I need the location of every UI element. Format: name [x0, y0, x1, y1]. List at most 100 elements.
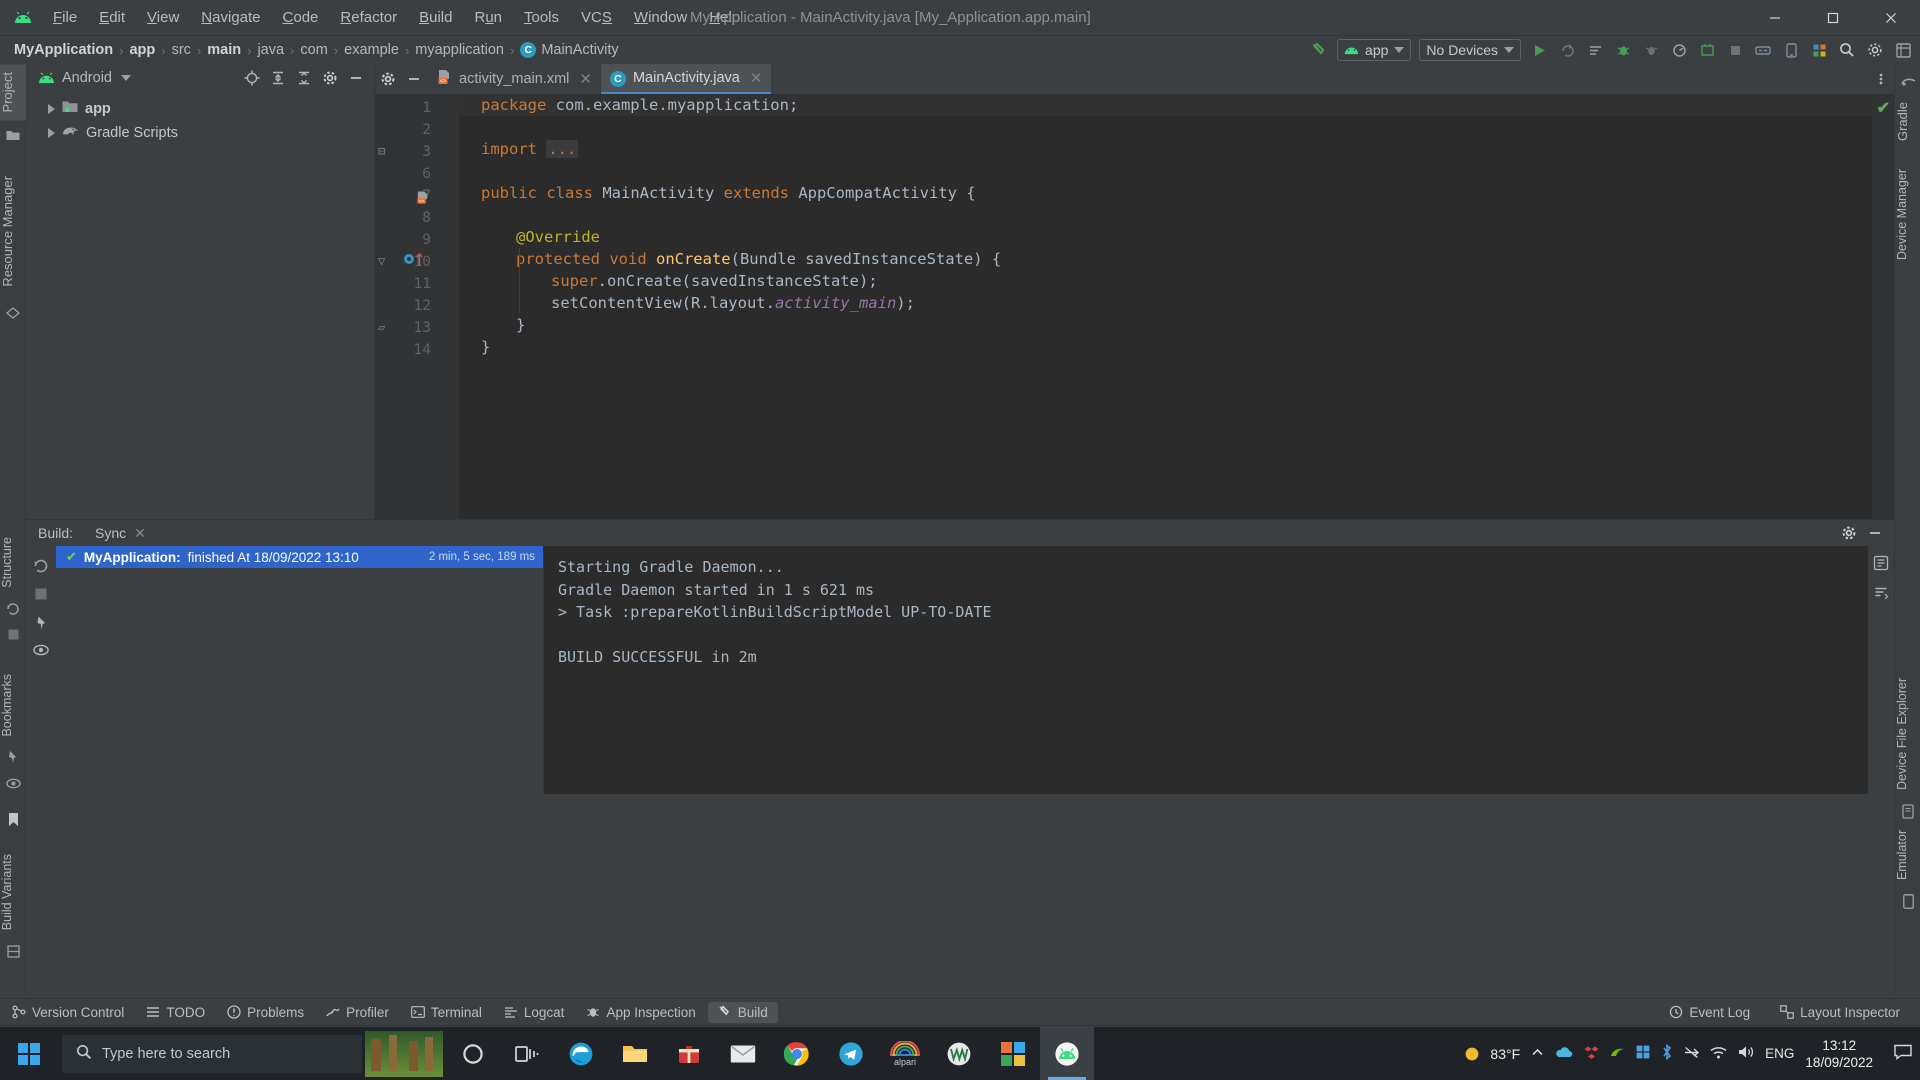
stop-icon[interactable]: [0, 622, 26, 648]
taskbar-app-android-studio[interactable]: [1040, 1027, 1094, 1080]
build-hammer-icon[interactable]: [1306, 38, 1332, 62]
editor-tab-mainactivity-java[interactable]: C MainActivity.java ✕: [600, 64, 772, 94]
taskbar-app-alpari[interactable]: alpari: [878, 1027, 932, 1080]
menu-tools[interactable]: Tools: [513, 5, 570, 30]
folded-imports[interactable]: ...: [546, 140, 579, 158]
taskbar-app-w[interactable]: [932, 1027, 986, 1080]
dropbox-icon[interactable]: [1584, 1045, 1599, 1063]
project-view-selector-label[interactable]: Android: [62, 70, 112, 86]
taskbar-app-chrome[interactable]: [770, 1027, 824, 1080]
locate-icon[interactable]: [240, 66, 264, 90]
bottom-item-event-log[interactable]: Event Log: [1659, 1002, 1760, 1023]
taskbar-app-wallpaper-thumb[interactable]: [362, 1027, 446, 1080]
sidebar-item-bookmarks[interactable]: Bookmarks: [0, 666, 26, 745]
sidebar-item-project[interactable]: Project: [0, 64, 26, 121]
taskbar-app-cortana[interactable]: [446, 1027, 500, 1080]
taskbar-app-task-view[interactable]: [500, 1027, 554, 1080]
build-output-console[interactable]: Starting Gradle Daemon... Gradle Daemon …: [544, 546, 1894, 794]
avd-manager-icon[interactable]: [1694, 38, 1720, 62]
pin-icon[interactable]: [0, 744, 26, 770]
close-icon[interactable]: ✕: [750, 69, 763, 87]
profiler-icon[interactable]: [1666, 38, 1692, 62]
bottom-item-version-control[interactable]: Version Control: [2, 1002, 134, 1023]
onedrive-icon[interactable]: [1555, 1046, 1573, 1062]
project-structure-icon[interactable]: [1890, 38, 1916, 62]
sort-icon[interactable]: [1868, 580, 1894, 606]
editor-marker-bar[interactable]: ✔: [1872, 94, 1894, 519]
chevron-down-icon[interactable]: [120, 75, 131, 81]
taskbar-app-mail[interactable]: [716, 1027, 770, 1080]
sidebar-item-emulator[interactable]: Emulator: [1895, 822, 1920, 888]
build-result-row[interactable]: ✔ MyApplication: finished At 18/09/2022 …: [56, 546, 543, 568]
menu-file[interactable]: FFileile: [42, 5, 88, 30]
bottom-item-problems[interactable]: Problems: [217, 1002, 314, 1023]
stop-icon[interactable]: [1722, 38, 1748, 62]
usb-eject-icon[interactable]: [1684, 1046, 1700, 1062]
code-editor[interactable]: 1 2 3 6 7 8 9 10 11 12 13 14 <>: [375, 94, 1894, 519]
menu-window[interactable]: Window: [623, 5, 698, 30]
apply-code-changes-icon[interactable]: [1582, 38, 1608, 62]
editor-tab-activity-main-xml[interactable]: <> activity_main.xml ✕: [427, 64, 601, 94]
refresh-icon[interactable]: [0, 596, 26, 622]
tree-node-app[interactable]: app: [26, 97, 374, 121]
show-hidden-icons-icon[interactable]: [1531, 1046, 1544, 1062]
bottom-item-todo[interactable]: TODO: [136, 1002, 215, 1023]
stop-icon[interactable]: [26, 580, 56, 608]
taskbar-weather[interactable]: 83°F: [1462, 1044, 1520, 1064]
settings-gear-icon[interactable]: [318, 66, 342, 90]
hide-icon[interactable]: [344, 66, 368, 90]
breadcrumb-item-1[interactable]: app: [125, 40, 159, 60]
chevron-right-icon[interactable]: [48, 128, 55, 138]
editor-fold-gutter[interactable]: ⊟ ▽ ▱: [378, 94, 459, 519]
close-button[interactable]: [1862, 0, 1920, 36]
menu-build[interactable]: Build: [408, 5, 463, 30]
fold-marker-import[interactable]: ⊟: [378, 144, 385, 158]
tree-node-gradle-scripts[interactable]: Gradle Scripts: [26, 121, 374, 145]
sidebar-item-build-variants[interactable]: Build Variants: [0, 846, 26, 938]
settings-gear-icon[interactable]: [1838, 522, 1860, 544]
menu-refactor[interactable]: Refactor: [329, 5, 408, 30]
eye-icon[interactable]: [0, 770, 26, 796]
collapse-all-icon[interactable]: [292, 66, 316, 90]
bottom-item-logcat[interactable]: Logcat: [494, 1002, 575, 1023]
search-everywhere-icon[interactable]: [1834, 38, 1860, 62]
breadcrumb-item-5[interactable]: com: [296, 40, 331, 60]
chevron-right-icon[interactable]: [48, 104, 55, 114]
editor-tab-options-icon[interactable]: [1868, 64, 1894, 94]
menu-view[interactable]: View: [136, 5, 190, 30]
minimize-button[interactable]: [1746, 0, 1804, 36]
expand-icon[interactable]: [1868, 550, 1894, 576]
volume-icon[interactable]: [1738, 1045, 1754, 1062]
breadcrumb-item-7[interactable]: myapplication: [411, 40, 508, 60]
menu-navigate[interactable]: Navigate: [190, 5, 271, 30]
bottom-item-profiler[interactable]: Profiler: [316, 1002, 399, 1023]
close-icon[interactable]: ✕: [579, 70, 592, 88]
sdk-manager-icon[interactable]: [1750, 38, 1776, 62]
settings-gear-icon[interactable]: [375, 64, 401, 94]
bottom-item-terminal[interactable]: Terminal: [401, 1002, 492, 1023]
pin-icon[interactable]: [26, 608, 56, 636]
bottom-item-build[interactable]: Build: [707, 1001, 778, 1023]
device-selector[interactable]: No Devices: [1419, 39, 1521, 61]
gradle-icon[interactable]: [1895, 68, 1920, 94]
fold-marker-oncreate[interactable]: ▽: [378, 254, 385, 268]
breadcrumb-leaf[interactable]: C MainActivity: [516, 40, 622, 60]
debug-icon[interactable]: [1610, 38, 1636, 62]
sidebar-item-device-manager[interactable]: Device Manager: [1895, 161, 1920, 268]
menu-run[interactable]: Run: [463, 5, 513, 30]
override-method-icon[interactable]: [403, 252, 423, 266]
taskbar-app-grid[interactable]: [986, 1027, 1040, 1080]
hide-icon[interactable]: [1864, 522, 1886, 544]
sidebar-item-structure[interactable]: Structure: [0, 529, 26, 596]
apply-changes-icon[interactable]: [1554, 38, 1580, 62]
breadcrumb-item-4[interactable]: java: [253, 40, 288, 60]
eye-icon[interactable]: [26, 636, 56, 664]
taskbar-clock[interactable]: 13:12 18/09/2022: [1805, 1037, 1883, 1071]
hide-icon[interactable]: [401, 64, 427, 94]
restart-icon[interactable]: [26, 552, 56, 580]
build-result-tree[interactable]: ✔ MyApplication: finished At 18/09/2022 …: [56, 546, 544, 794]
taskbar-app-file-explorer[interactable]: [608, 1027, 662, 1080]
taskbar-app-edge[interactable]: [554, 1027, 608, 1080]
expand-all-icon[interactable]: [266, 66, 290, 90]
bottom-item-app-inspection[interactable]: App Inspection: [576, 1002, 705, 1023]
